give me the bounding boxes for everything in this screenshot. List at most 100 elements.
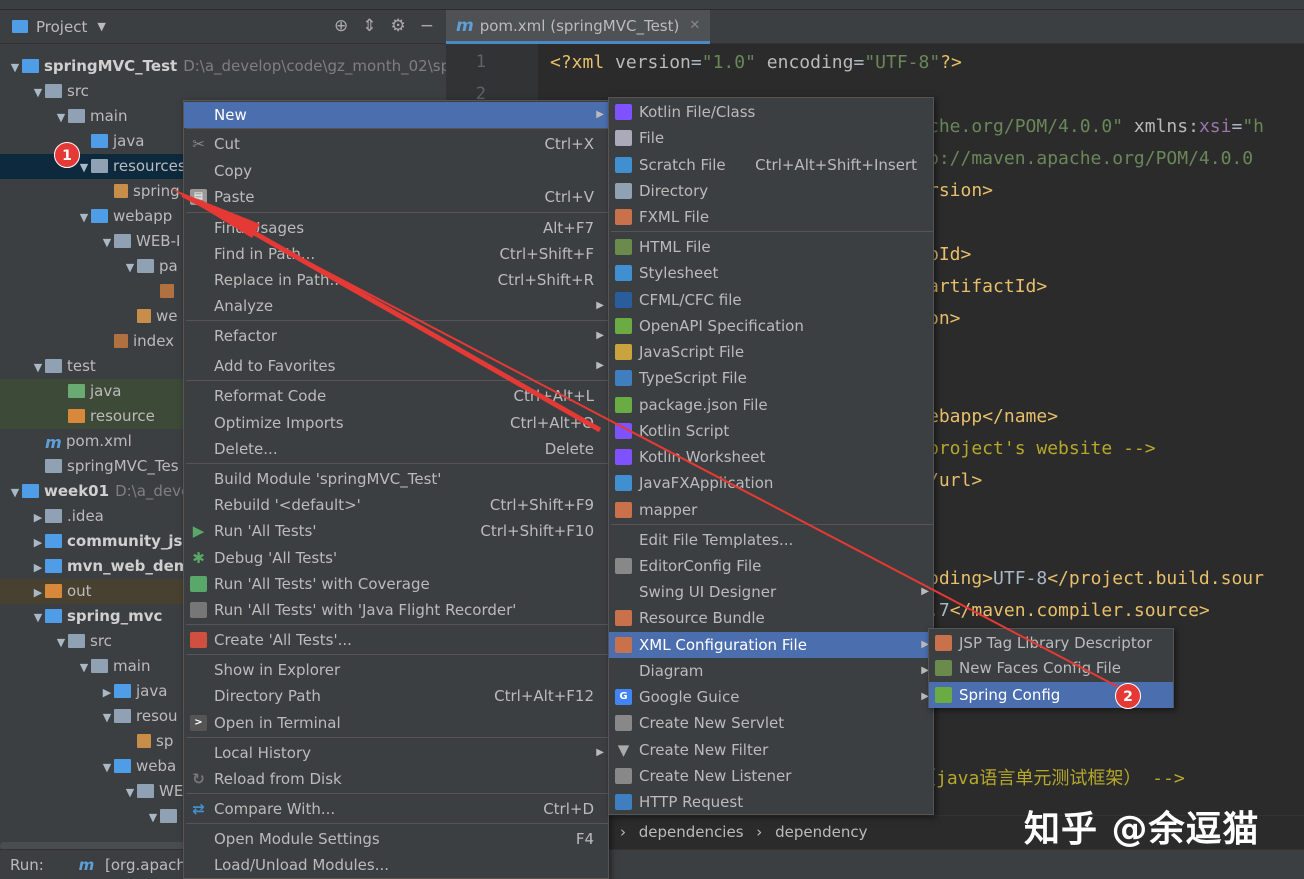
minimize-icon[interactable]: −: [420, 16, 434, 36]
tab-pom-xml[interactable]: m pom.xml (springMVC_Test) ✕: [446, 10, 711, 44]
menu-item-open-module-settings[interactable]: Open Module Settings F4: [184, 826, 608, 852]
new-item-resource-bundle[interactable]: Resource Bundle: [609, 605, 933, 631]
menu-item-show-in-explorer[interactable]: Show in Explorer: [184, 657, 608, 683]
menu-item-rebuild-default[interactable]: Rebuild '<default>' Ctrl+Shift+F9: [184, 492, 608, 518]
menu-item-load-unload-modules[interactable]: Load/Unload Modules...: [184, 852, 608, 878]
menu-item-analyze[interactable]: Analyze ▶: [184, 293, 608, 319]
menu-item-replace-in-path[interactable]: Replace in Path... Ctrl+Shift+R: [184, 267, 608, 293]
xml-item-new-faces-config-file[interactable]: New Faces Config File: [929, 655, 1173, 681]
chevron-down-icon[interactable]: ▼: [31, 355, 45, 380]
chevron-down-icon[interactable]: ▼: [8, 55, 22, 80]
menu-item-build-module-springmvc-test[interactable]: Build Module 'springMVC_Test': [184, 466, 608, 492]
folder-icon: [45, 584, 62, 598]
menu-item-label: CFML/CFC file: [639, 291, 742, 309]
new-item-typescript-file[interactable]: TypeScript File: [609, 365, 933, 391]
terminal-icon: >: [190, 715, 207, 731]
breadcrumb-item[interactable]: dependencies: [639, 823, 744, 841]
menu-item-run-all-tests-with-java-flight-recorder[interactable]: Run 'All Tests' with 'Java Flight Record…: [184, 597, 608, 623]
new-item-stylesheet[interactable]: Stylesheet: [609, 260, 933, 286]
new-item-fxml-file[interactable]: FXML File: [609, 204, 933, 230]
new-item-javascript-file[interactable]: JavaScript File: [609, 339, 933, 365]
gear-icon[interactable]: ⚙: [391, 16, 406, 36]
menu-item-label: XML Configuration File: [639, 636, 807, 654]
chevron-down-icon[interactable]: ▼: [97, 20, 105, 33]
locate-icon[interactable]: ⊕: [334, 16, 348, 36]
xml-item-jsp-tag-library-descriptor[interactable]: JSP Tag Library Descriptor: [929, 630, 1173, 656]
new-submenu: Kotlin File/Class File Scratch File Ctrl+Al…: [608, 97, 934, 815]
new-item-http-request[interactable]: HTTP Request: [609, 789, 933, 815]
new-item-javafxapplication[interactable]: JavaFXApplication: [609, 470, 933, 496]
menu-item-label: Find in Path...: [214, 245, 316, 263]
chevron-right-icon[interactable]: ▶: [31, 530, 45, 555]
new-item-xml-configuration-file[interactable]: XML Configuration File ▶: [609, 632, 933, 658]
chevron-down-icon[interactable]: ▼: [123, 255, 137, 280]
menu-item-refactor[interactable]: Refactor ▶: [184, 323, 608, 349]
new-item-mapper[interactable]: mapper: [609, 497, 933, 523]
close-icon[interactable]: ✕: [689, 18, 700, 33]
new-item-openapi-specification[interactable]: OpenAPI Specification: [609, 313, 933, 339]
menu-item-run-all-tests-with-coverage[interactable]: Run 'All Tests' with Coverage: [184, 571, 608, 597]
new-item-create-new-servlet[interactable]: Create New Servlet: [609, 710, 933, 736]
chevron-right-icon[interactable]: ▶: [31, 555, 45, 580]
chevron-down-icon[interactable]: ▼: [54, 630, 68, 655]
menu-item-debug-all-tests[interactable]: ✱ Debug 'All Tests': [184, 545, 608, 571]
project-panel-header[interactable]: Project ▼ ⊕ ⇕ ⚙ −: [0, 10, 446, 44]
new-item-html-file[interactable]: HTML File: [609, 234, 933, 260]
menu-item-paste[interactable]: ▤ Paste Ctrl+V: [184, 184, 608, 210]
menu-item-find-usages[interactable]: Find Usages Alt+F7: [184, 215, 608, 241]
chevron-down-icon[interactable]: ▼: [77, 205, 91, 230]
menu-item-reload-from-disk[interactable]: ↻ Reload from Disk: [184, 766, 608, 792]
menu-item-delete[interactable]: Delete... Delete: [184, 436, 608, 462]
new-item-edit-file-templates[interactable]: Edit File Templates...: [609, 527, 933, 553]
menu-item-find-in-path[interactable]: Find in Path... Ctrl+Shift+F: [184, 241, 608, 267]
new-item-create-new-listener[interactable]: Create New Listener: [609, 763, 933, 789]
new-item-swing-ui-designer[interactable]: Swing UI Designer ▶: [609, 579, 933, 605]
menu-item-cut[interactable]: ✂ Cut Ctrl+X: [184, 131, 608, 157]
new-item-file[interactable]: File: [609, 125, 933, 151]
new-item-create-new-filter[interactable]: ▼ Create New Filter: [609, 737, 933, 763]
menu-item-reformat-code[interactable]: Reformat Code Ctrl+Alt+L: [184, 383, 608, 409]
chevron-down-icon[interactable]: ▼: [100, 755, 114, 780]
chevron-down-icon[interactable]: ▼: [54, 105, 68, 130]
menu-item-label: New: [214, 106, 247, 124]
menu-item-optimize-imports[interactable]: Optimize Imports Ctrl+Alt+O: [184, 410, 608, 436]
new-item-directory[interactable]: Directory: [609, 178, 933, 204]
menu-item-local-history[interactable]: Local History ▶: [184, 740, 608, 766]
tree-node[interactable]: ▼ springMVC_Test D:\a_develop\code\gz_mont…: [0, 54, 446, 79]
new-item-editorconfig-file[interactable]: EditorConfig File: [609, 553, 933, 579]
file-icon: [114, 334, 128, 348]
chevron-down-icon[interactable]: ▼: [100, 705, 114, 730]
new-item-google-guice[interactable]: G Google Guice ▶: [609, 684, 933, 710]
collapse-icon[interactable]: ⇕: [362, 16, 376, 36]
menu-item-create-all-tests[interactable]: Create 'All Tests'...: [184, 627, 608, 653]
folder-icon: [45, 559, 62, 573]
tree-node-label: src: [67, 82, 89, 100]
menu-item-compare-with[interactable]: ⇄ Compare With... Ctrl+D: [184, 796, 608, 822]
new-item-scratch-file[interactable]: Scratch File Ctrl+Alt+Shift+Insert: [609, 152, 933, 178]
menu-separator: [186, 463, 608, 464]
new-item-diagram[interactable]: Diagram ▶: [609, 658, 933, 684]
menu-item-add-to-favorites[interactable]: Add to Favorites ▶: [184, 353, 608, 379]
chevron-down-icon[interactable]: ▼: [146, 805, 160, 830]
menu-item-copy[interactable]: Copy: [184, 158, 608, 184]
menu-item-open-in-terminal[interactable]: > Open in Terminal: [184, 710, 608, 736]
chevron-right-icon[interactable]: ▶: [100, 680, 114, 705]
menu-item-directory-path[interactable]: Directory Path Ctrl+Alt+F12: [184, 683, 608, 709]
chevron-down-icon[interactable]: ▼: [123, 780, 137, 805]
new-item-kotlin-worksheet[interactable]: Kotlin Worksheet: [609, 444, 933, 470]
chevron-right-icon[interactable]: ▶: [31, 505, 45, 530]
chevron-right-icon[interactable]: ▶: [31, 580, 45, 605]
breadcrumb-item[interactable]: dependency: [775, 823, 867, 841]
chevron-down-icon[interactable]: ▼: [31, 605, 45, 630]
ide-window: Project ▼ ⊕ ⇕ ⚙ − ▼ springMVC_Test D:\a_de…: [0, 0, 1304, 879]
chevron-down-icon[interactable]: ▼: [8, 480, 22, 505]
new-item-kotlin-script[interactable]: Kotlin Script: [609, 418, 933, 444]
chevron-down-icon[interactable]: ▼: [77, 655, 91, 680]
new-item-kotlin-file-class[interactable]: Kotlin File/Class: [609, 99, 933, 125]
chevron-down-icon[interactable]: ▼: [100, 230, 114, 255]
chevron-down-icon[interactable]: ▼: [31, 80, 45, 105]
menu-item-new[interactable]: New ▶: [184, 102, 608, 128]
new-item-package-json-file[interactable]: package.json File: [609, 392, 933, 418]
menu-item-run-all-tests[interactable]: ▶ Run 'All Tests' Ctrl+Shift+F10: [184, 518, 608, 544]
new-item-cfml-cfc-file[interactable]: CFML/CFC file: [609, 287, 933, 313]
